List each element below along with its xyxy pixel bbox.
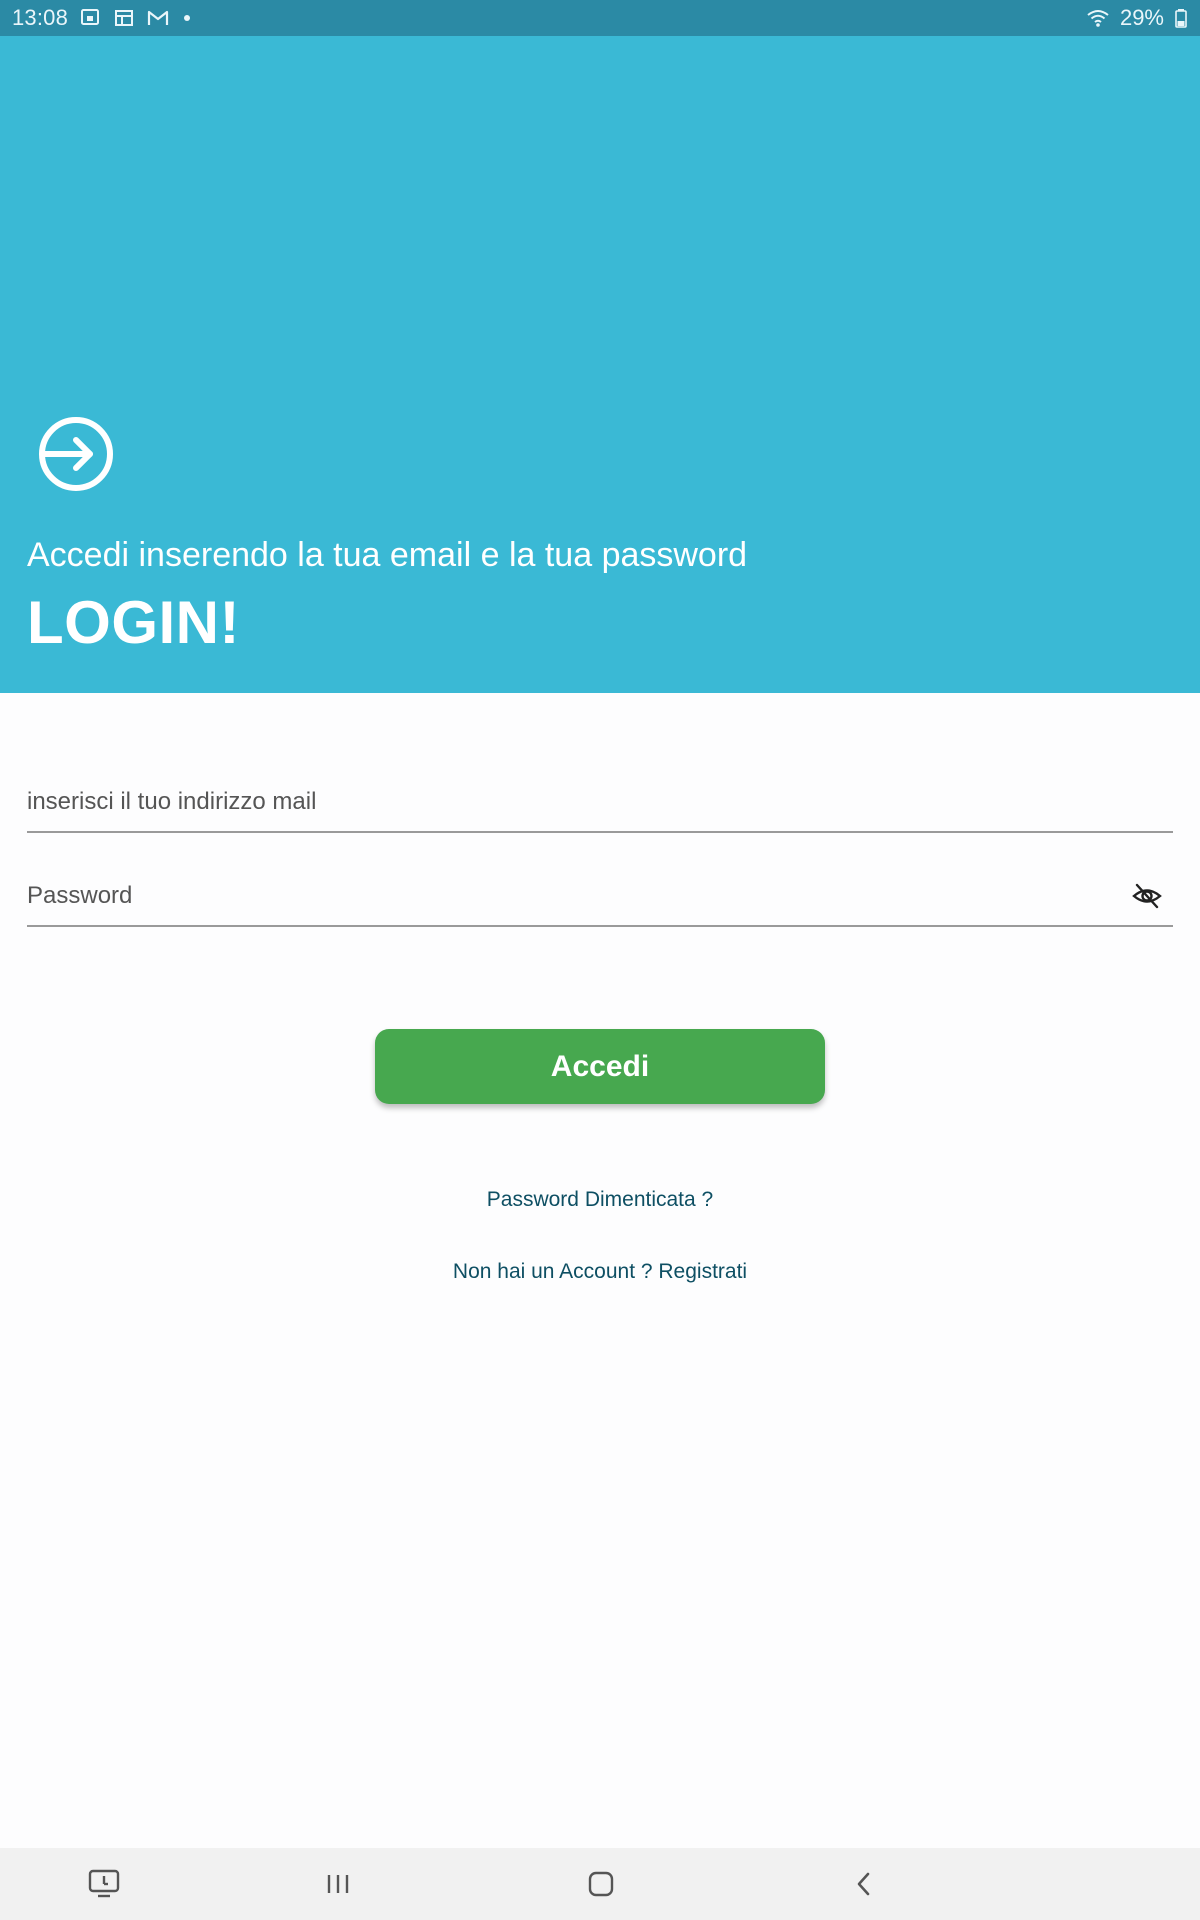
back-icon[interactable] <box>846 1866 882 1902</box>
login-header: Accedi inserendo la tua email e la tua p… <box>0 36 1200 693</box>
screen-mirror-icon[interactable] <box>86 1866 122 1902</box>
recents-icon[interactable] <box>320 1866 356 1902</box>
home-icon[interactable] <box>583 1866 619 1902</box>
screen-mirror-icon <box>78 6 102 30</box>
register-link[interactable]: Non hai un Account ? Registrati <box>0 1260 1200 1284</box>
eye-off-icon[interactable] <box>1131 880 1163 912</box>
system-nav-bar <box>0 1848 1200 1920</box>
email-field[interactable] <box>27 773 1173 833</box>
status-right: 29% <box>1086 5 1188 31</box>
calendar-icon <box>112 6 136 30</box>
gmail-icon <box>146 6 170 30</box>
notification-dot <box>184 15 191 21</box>
page-title: LOGIN! <box>27 589 240 656</box>
login-arrow-icon <box>36 414 116 494</box>
password-input[interactable] <box>27 867 1131 925</box>
status-bar: 13:08 29% <box>0 0 1200 36</box>
forgot-password-link[interactable]: Password Dimenticata ? <box>0 1188 1200 1212</box>
password-field[interactable] <box>27 867 1173 927</box>
wifi-icon <box>1086 6 1110 30</box>
status-time: 13:08 <box>12 5 69 30</box>
battery-percent: 29% <box>1119 5 1164 30</box>
email-input[interactable] <box>27 773 1173 831</box>
login-button[interactable]: Accedi <box>375 1029 825 1104</box>
login-subtitle: Accedi inserendo la tua email e la tua p… <box>27 536 748 574</box>
status-left: 13:08 <box>12 5 191 31</box>
battery-icon <box>1174 6 1188 30</box>
